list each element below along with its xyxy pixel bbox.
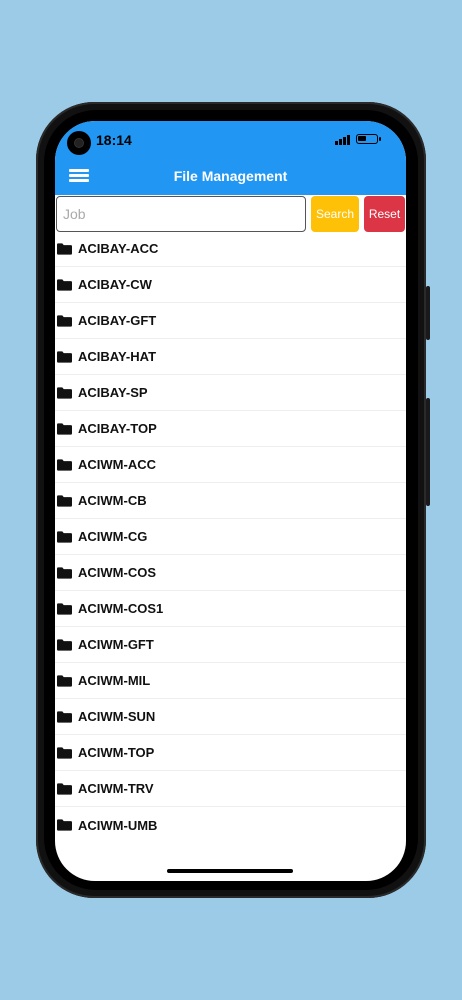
folder-item[interactable]: ACIWM-TRV — [55, 771, 406, 807]
folder-icon — [57, 494, 72, 507]
home-indicator — [167, 869, 293, 873]
folder-item[interactable]: ACIBAY-SP — [55, 375, 406, 411]
folder-item[interactable]: ACIBAY-GFT — [55, 303, 406, 339]
folder-item[interactable]: ACIWM-MIL — [55, 663, 406, 699]
phone-screen: 18:14 File Management Search Reset ACIBA… — [55, 121, 406, 881]
folder-icon — [57, 710, 72, 723]
folder-name: ACIWM-MIL — [78, 673, 151, 688]
folder-name: ACIWM-GFT — [78, 637, 154, 652]
folder-icon — [57, 422, 72, 435]
search-button[interactable]: Search — [311, 196, 359, 232]
folder-name: ACIBAY-TOP — [78, 421, 157, 436]
folder-name: ACIBAY-ACC — [78, 241, 159, 256]
folder-name: ACIWM-TOP — [78, 745, 155, 760]
status-time: 18:14 — [96, 132, 132, 148]
folder-icon — [57, 602, 72, 615]
camera-icon — [67, 131, 91, 155]
folder-item[interactable]: ACIBAY-HAT — [55, 339, 406, 375]
folder-icon — [57, 530, 72, 543]
folder-item[interactable]: ACIBAY-TOP — [55, 411, 406, 447]
folder-item[interactable]: ACIBAY-CW — [55, 267, 406, 303]
folder-item[interactable]: ACIWM-ACC — [55, 447, 406, 483]
folder-list: ACIBAY-ACC ACIBAY-CW ACIBAY-GFT ACIBAY-HAT A… — [55, 231, 406, 843]
folder-name: ACIWM-CB — [78, 493, 147, 508]
folder-icon — [57, 638, 72, 651]
folder-item[interactable]: ACIWM-GFT — [55, 627, 406, 663]
folder-icon — [57, 782, 72, 795]
folder-icon — [57, 242, 72, 255]
folder-name: ACIWM-UMB — [78, 817, 158, 833]
battery-icon — [356, 134, 381, 144]
folder-icon — [57, 458, 72, 471]
folder-icon — [57, 674, 72, 687]
folder-item[interactable]: ACIWM-SUN — [55, 699, 406, 735]
reset-button[interactable]: Reset — [364, 196, 405, 232]
folder-item[interactable]: ACIWM-COS1 — [55, 591, 406, 627]
folder-icon — [57, 314, 72, 327]
folder-item[interactable]: ACIWM-COS — [55, 555, 406, 591]
folder-icon — [57, 819, 72, 831]
app-header: 18:14 File Management — [55, 121, 406, 195]
folder-name: ACIWM-ACC — [78, 457, 156, 472]
search-bar: Search Reset — [56, 196, 405, 232]
folder-name: ACIWM-COS1 — [78, 601, 164, 616]
folder-name: ACIWM-TRV — [78, 781, 154, 796]
page-title: File Management — [173, 168, 288, 184]
folder-icon — [57, 746, 72, 759]
folder-name: ACIWM-COS — [78, 565, 156, 580]
folder-icon — [57, 566, 72, 579]
folder-icon — [57, 278, 72, 291]
folder-item[interactable]: ACIWM-UMB — [55, 807, 406, 843]
folder-icon — [57, 350, 72, 363]
job-search-input[interactable] — [56, 196, 306, 232]
folder-name: ACIBAY-HAT — [78, 349, 157, 364]
folder-item[interactable]: ACIWM-TOP — [55, 735, 406, 771]
folder-name: ACIBAY-SP — [78, 385, 148, 400]
folder-item[interactable]: ACIWM-CB — [55, 483, 406, 519]
folder-item[interactable]: ACIBAY-ACC — [55, 231, 406, 267]
phone-side-button — [426, 398, 430, 506]
phone-side-button — [426, 286, 430, 340]
folder-icon — [57, 386, 72, 399]
folder-name: ACIWM-SUN — [78, 709, 156, 724]
status-bar: 18:14 — [55, 121, 406, 159]
folder-item[interactable]: ACIWM-CG — [55, 519, 406, 555]
folder-name: ACIBAY-GFT — [78, 313, 157, 328]
folder-name: ACIBAY-CW — [78, 277, 152, 292]
folder-name: ACIWM-CG — [78, 529, 148, 544]
signal-icon — [335, 135, 350, 145]
